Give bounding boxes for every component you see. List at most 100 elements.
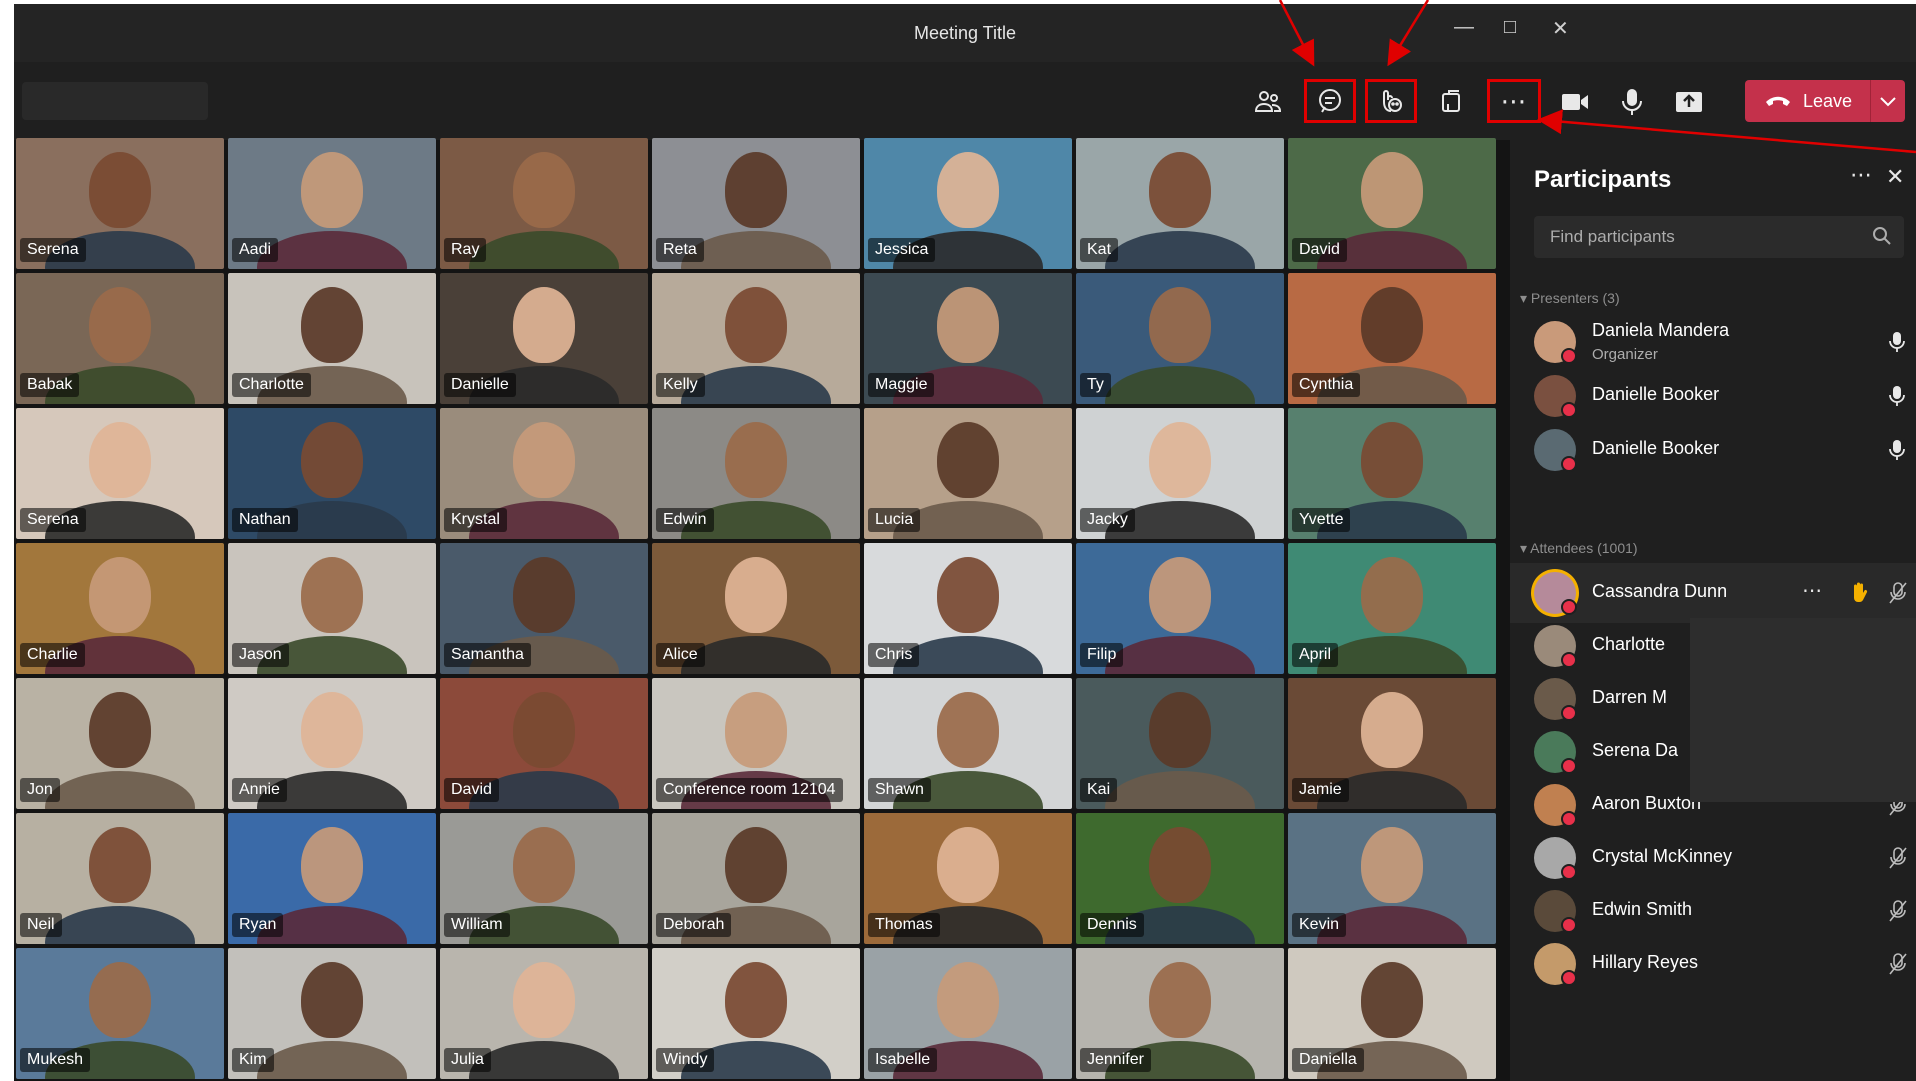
presenters-section-header[interactable]: ▾ Presenters (3) <box>1520 290 1620 307</box>
mic-icon[interactable] <box>1888 438 1906 462</box>
people-button[interactable] <box>1245 79 1291 125</box>
video-tile[interactable]: Windy <box>652 948 860 1079</box>
video-tile[interactable]: Maggie <box>864 273 1072 404</box>
video-tile[interactable]: Samantha <box>440 543 648 674</box>
panel-close-icon[interactable]: ✕ <box>1886 164 1904 190</box>
panel-title: Participants <box>1534 166 1672 193</box>
mic-icon[interactable] <box>1888 384 1906 408</box>
minimize-icon[interactable]: — <box>1454 16 1474 39</box>
video-tile[interactable]: Conference room 12104 <box>652 678 860 809</box>
participant-row[interactable]: Cassandra Dunn ⋯ <box>1510 563 1916 623</box>
camera-button[interactable] <box>1552 79 1598 125</box>
tile-name-label: Babak <box>20 373 80 397</box>
video-tile[interactable]: Julia <box>440 948 648 1079</box>
video-tile[interactable]: Charlotte <box>228 273 436 404</box>
video-tile[interactable]: Cynthia <box>1288 273 1496 404</box>
video-tile[interactable]: Filip <box>1076 543 1284 674</box>
video-tile[interactable]: Yvette <box>1288 408 1496 539</box>
video-tile[interactable]: David <box>440 678 648 809</box>
video-tile[interactable]: Ty <box>1076 273 1284 404</box>
video-tile[interactable]: Alice <box>652 543 860 674</box>
video-tile[interactable]: David <box>1288 138 1496 269</box>
leave-button[interactable]: Leave <box>1745 80 1905 122</box>
video-tile[interactable]: Jennifer <box>1076 948 1284 1079</box>
toolbar-search-field[interactable] <box>22 82 208 120</box>
mic-button[interactable] <box>1609 79 1655 125</box>
tile-name-label: Mukesh <box>20 1048 91 1072</box>
video-tile[interactable]: Babak <box>16 273 224 404</box>
video-tile[interactable]: Reta <box>652 138 860 269</box>
participant-row[interactable]: Danielle Booker <box>1510 420 1916 480</box>
share-button[interactable] <box>1666 79 1712 125</box>
tile-name-label: Reta <box>656 238 704 262</box>
video-tile[interactable]: Deborah <box>652 813 860 944</box>
chat-button[interactable] <box>1304 79 1356 123</box>
video-tile[interactable]: Dennis <box>1076 813 1284 944</box>
video-tile[interactable]: Serena <box>16 408 224 539</box>
tile-name-label: Conference room 12104 <box>656 778 843 802</box>
tile-name-label: Maggie <box>868 373 935 397</box>
video-tile[interactable]: Mukesh <box>16 948 224 1079</box>
video-tile[interactable]: Isabelle <box>864 948 1072 1079</box>
tile-name-label: Alice <box>656 643 705 667</box>
video-tile[interactable]: Daniella <box>1288 948 1496 1079</box>
status-dot <box>1561 652 1577 668</box>
video-tile[interactable]: Kim <box>228 948 436 1079</box>
leave-options-button[interactable] <box>1871 95 1905 107</box>
video-tile[interactable]: April <box>1288 543 1496 674</box>
video-tile[interactable]: Serena <box>16 138 224 269</box>
video-tile[interactable]: Jon <box>16 678 224 809</box>
video-tile[interactable]: Jessica <box>864 138 1072 269</box>
video-tile[interactable]: Charlie <box>16 543 224 674</box>
participant-name: Aaron Buxton <box>1592 793 1702 813</box>
video-tile[interactable]: Ray <box>440 138 648 269</box>
mic-muted-icon[interactable] <box>1888 899 1908 923</box>
video-tile[interactable]: Jason <box>228 543 436 674</box>
participant-name: Danielle Booker <box>1592 438 1720 458</box>
video-tile[interactable]: Aadi <box>228 138 436 269</box>
panel-more-icon[interactable]: ⋯ <box>1850 162 1872 188</box>
rooms-button[interactable] <box>1428 79 1474 125</box>
tile-name-label: Serena <box>20 238 86 262</box>
video-tile[interactable]: Kelly <box>652 273 860 404</box>
video-tile[interactable]: Nathan <box>228 408 436 539</box>
video-tile[interactable]: Thomas <box>864 813 1072 944</box>
video-tile[interactable]: Annie <box>228 678 436 809</box>
video-tile[interactable]: Lucia <box>864 408 1072 539</box>
close-window-icon[interactable]: ✕ <box>1552 16 1569 41</box>
video-tile[interactable]: Jacky <box>1076 408 1284 539</box>
attendees-section-header[interactable]: ▾ Attendees (1001) <box>1520 540 1638 557</box>
mic-muted-icon[interactable] <box>1888 952 1908 976</box>
leave-main[interactable]: Leave <box>1745 91 1870 112</box>
reactions-button[interactable] <box>1365 79 1417 123</box>
video-tile[interactable]: Danielle <box>440 273 648 404</box>
participant-row[interactable]: Crystal McKinney <box>1510 828 1916 888</box>
maximize-icon[interactable]: □ <box>1504 16 1516 39</box>
tile-name-label: Yvette <box>1292 508 1351 532</box>
participants-search-input[interactable]: Find participants <box>1534 216 1904 258</box>
mic-muted-icon[interactable] <box>1888 581 1908 605</box>
avatar <box>1534 837 1577 880</box>
video-tile[interactable]: Jamie <box>1288 678 1496 809</box>
avatar <box>1534 321 1577 364</box>
video-tile[interactable]: Shawn <box>864 678 1072 809</box>
mic-icon[interactable] <box>1888 330 1906 354</box>
video-tile[interactable]: Chris <box>864 543 1072 674</box>
video-tile[interactable]: Kevin <box>1288 813 1496 944</box>
video-tile[interactable]: Kai <box>1076 678 1284 809</box>
video-tile[interactable]: Neil <box>16 813 224 944</box>
participant-row[interactable]: Danielle Booker <box>1510 366 1916 426</box>
tile-name-label: Jacky <box>1080 508 1135 532</box>
video-tile[interactable]: Kat <box>1076 138 1284 269</box>
more-button[interactable]: ⋯ <box>1487 79 1541 123</box>
video-tile[interactable]: William <box>440 813 648 944</box>
participant-row[interactable]: Hillary Reyes <box>1510 934 1916 994</box>
mic-muted-icon[interactable] <box>1888 846 1908 870</box>
video-tile[interactable]: Edwin <box>652 408 860 539</box>
participant-row[interactable]: Edwin Smith <box>1510 881 1916 941</box>
video-tile[interactable]: Ryan <box>228 813 436 944</box>
participant-row[interactable]: Daniela Mandera Organizer <box>1510 312 1916 372</box>
person-head <box>725 422 787 498</box>
row-more-icon[interactable]: ⋯ <box>1802 578 1822 603</box>
video-tile[interactable]: Krystal <box>440 408 648 539</box>
